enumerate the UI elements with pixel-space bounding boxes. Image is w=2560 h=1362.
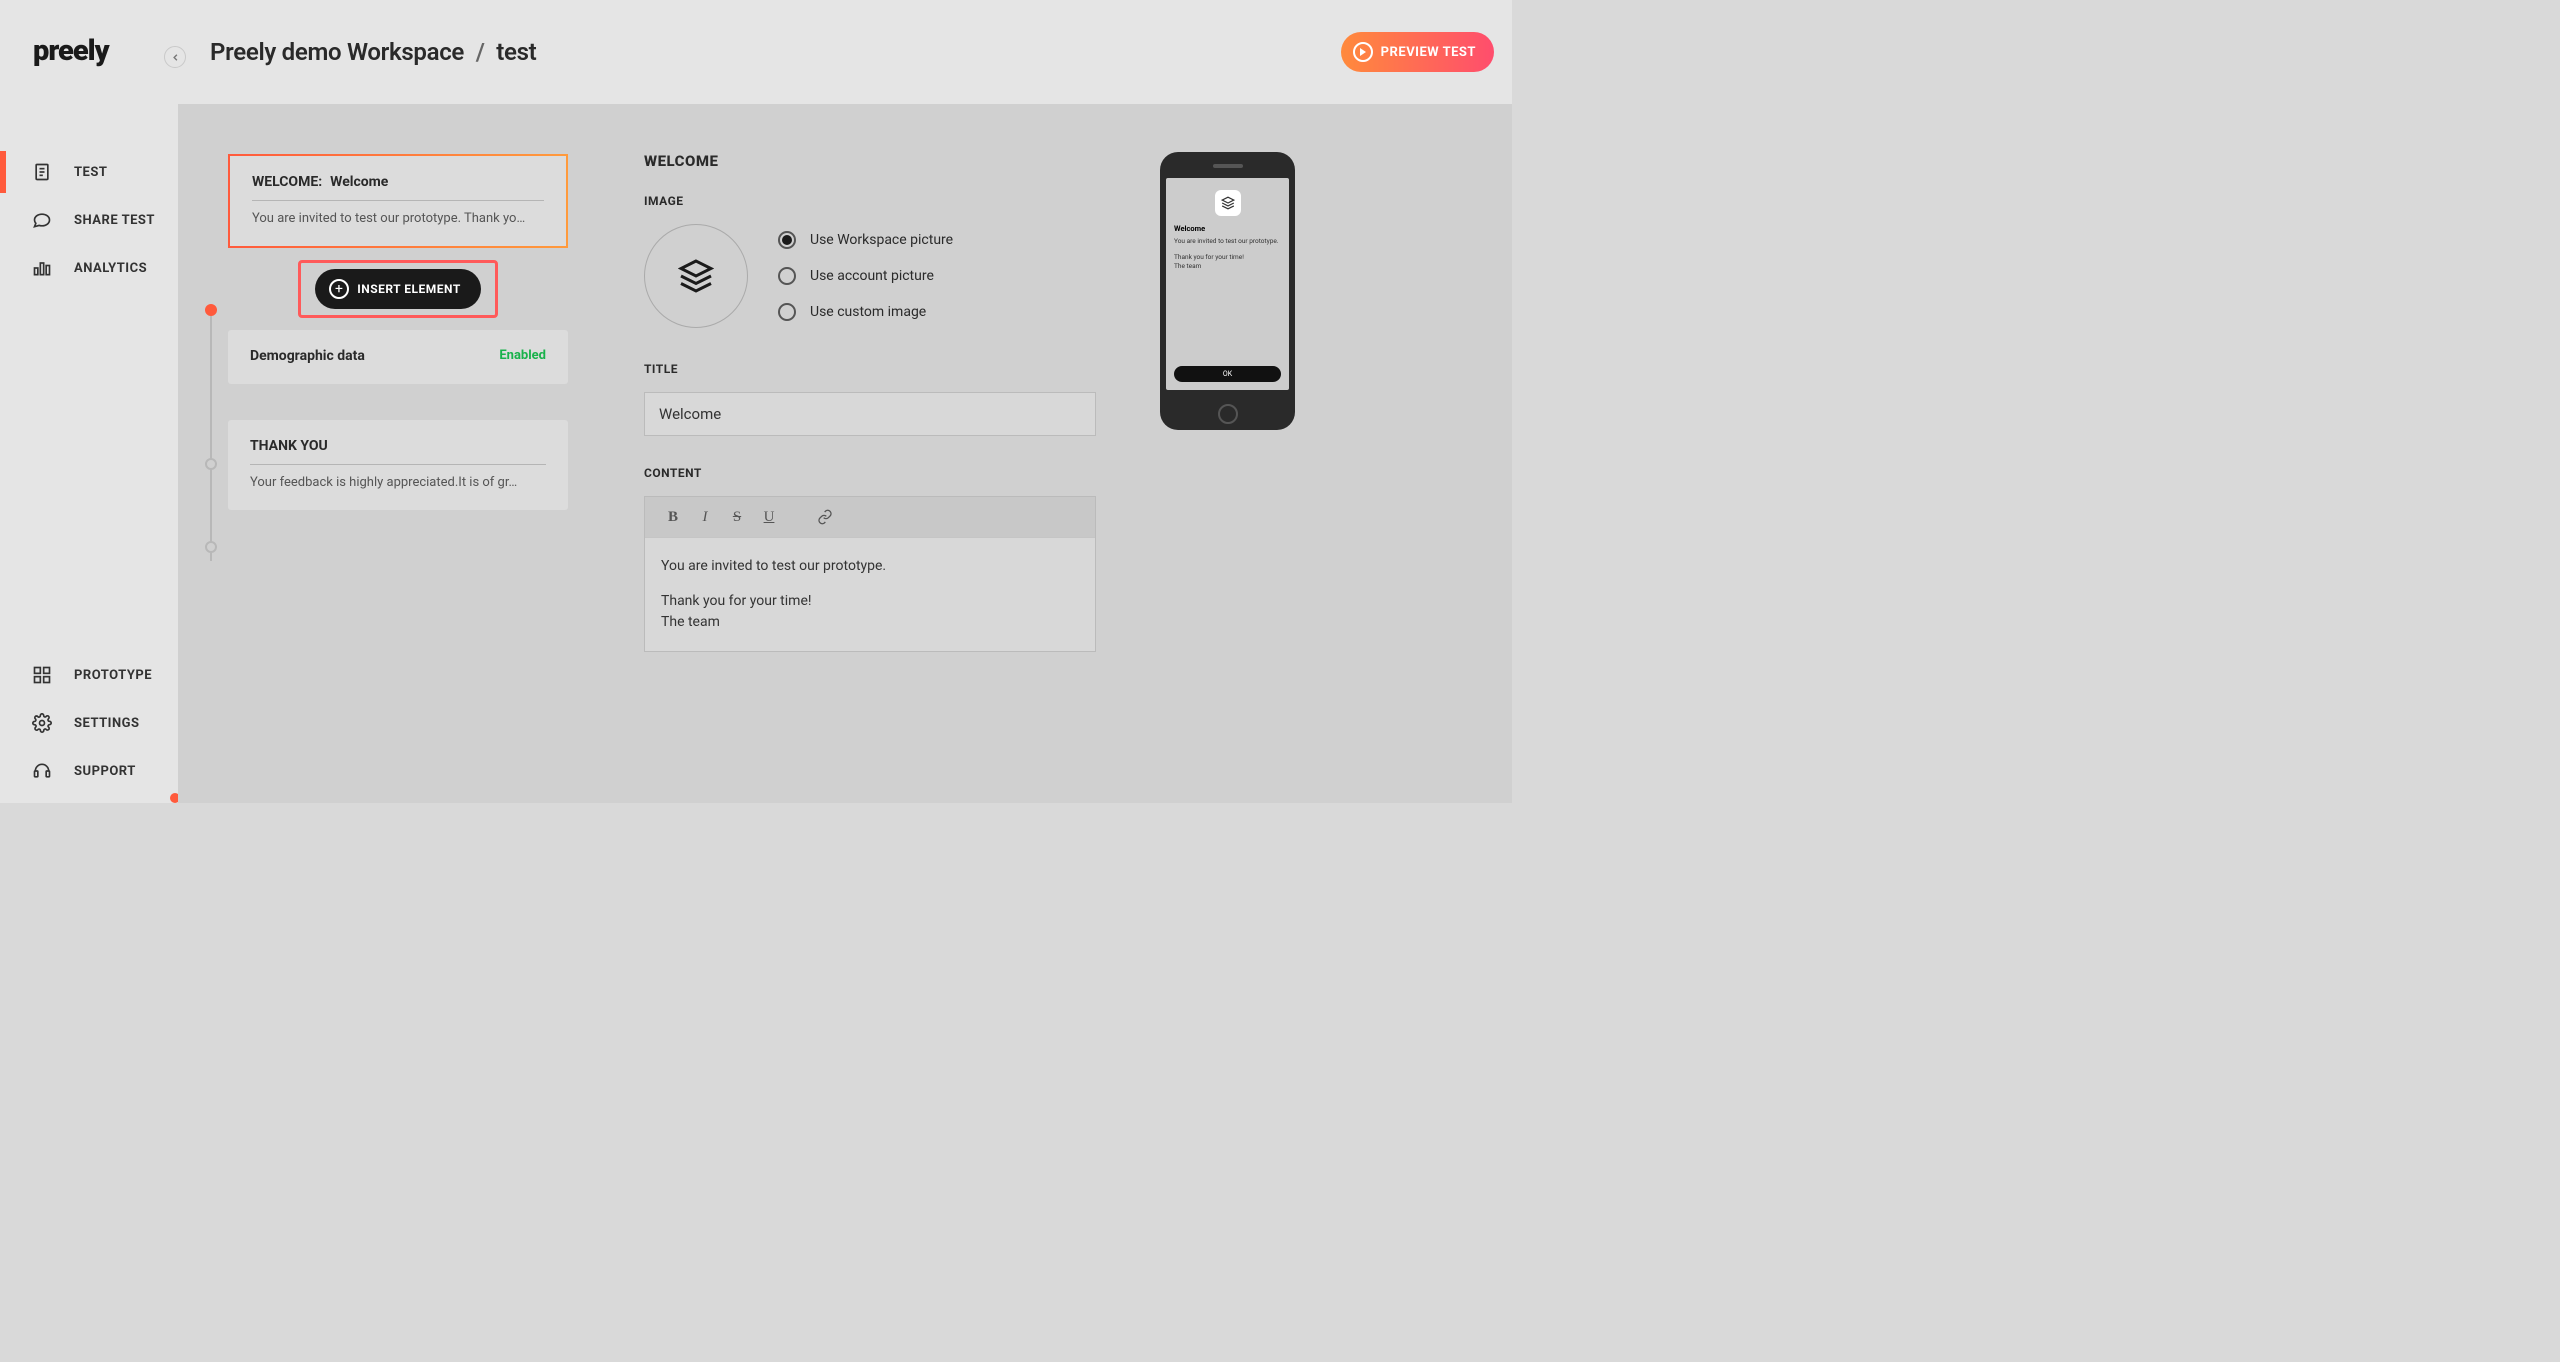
card-status: Enabled (499, 348, 546, 364)
editor-panel: WELCOME IMAGE Use Workspace picture (594, 104, 1512, 803)
timeline-dot (205, 458, 217, 470)
radio-label: Use custom image (810, 304, 926, 320)
topbar: Preely demo Workspace / test PREVIEW TES… (178, 0, 1512, 104)
collapse-sidebar-button[interactable] (164, 46, 186, 68)
phone-preview: Welcome You are invited to test our prot… (1160, 152, 1295, 755)
breadcrumb-workspace[interactable]: Preely demo Workspace (210, 38, 464, 66)
phone-line: You are invited to test our prototype. (1174, 237, 1281, 245)
radio-workspace-picture[interactable]: Use Workspace picture (778, 231, 953, 249)
breadcrumb: Preely demo Workspace / test (210, 38, 536, 66)
insert-element-label: INSERT ELEMENT (357, 282, 461, 296)
sidebar-item-share-test[interactable]: SHARE TEST (0, 196, 178, 244)
play-icon (1353, 42, 1373, 62)
link-icon (817, 509, 833, 525)
radio-icon (778, 303, 796, 321)
timeline-dot (205, 541, 217, 553)
insert-element-button[interactable]: + INSERT ELEMENT (315, 269, 481, 309)
image-preview (644, 224, 748, 328)
content-label: CONTENT (644, 466, 1096, 480)
card-title: Demographic data (250, 348, 365, 364)
insert-element-highlight: + INSERT ELEMENT (298, 260, 498, 318)
logo-text: preely (33, 34, 109, 68)
sidebar-item-label: TEST (74, 165, 107, 180)
radio-label: Use account picture (810, 268, 934, 284)
section-title: WELCOME (644, 152, 1096, 170)
rte-toolbar: B I S U (645, 497, 1095, 538)
flow-card-welcome[interactable]: WELCOME: Welcome You are invited to test… (228, 154, 568, 248)
sidebar-item-test[interactable]: TEST (0, 148, 178, 196)
sidebar-item-label: SHARE TEST (74, 213, 155, 228)
content-paragraph: You are invited to test our prototype. (661, 556, 1079, 577)
flow-card-demographic[interactable]: Demographic data Enabled (228, 330, 568, 384)
radio-icon (778, 267, 796, 285)
sidebar-item-label: PROTOTYPE (74, 668, 152, 683)
radio-account-picture[interactable]: Use account picture (778, 267, 953, 285)
sidebar-item-settings[interactable]: SETTINGS (0, 699, 178, 747)
radio-icon (778, 231, 796, 249)
link-button[interactable] (811, 505, 839, 529)
sidebar-item-label: SUPPORT (74, 764, 136, 779)
sidebar-item-label: SETTINGS (74, 716, 140, 731)
logo[interactable]: preely (0, 34, 178, 108)
timeline-dot-active (205, 304, 217, 316)
radio-custom-image[interactable]: Use custom image (778, 303, 953, 321)
phone-line: Thank you for your time!The team (1174, 253, 1281, 270)
preview-test-button[interactable]: PREVIEW TEST (1341, 32, 1494, 72)
breadcrumb-sep: / (476, 38, 485, 66)
timeline-line (210, 316, 212, 561)
analytics-icon (32, 258, 52, 278)
phone-logo (1215, 190, 1241, 216)
bold-button[interactable]: B (659, 505, 687, 529)
italic-button[interactable]: I (691, 505, 719, 529)
preview-test-label: PREVIEW TEST (1381, 45, 1476, 60)
layers-icon (1221, 196, 1235, 210)
radio-label: Use Workspace picture (810, 232, 953, 248)
sidebar-item-analytics[interactable]: ANALYTICS (0, 244, 178, 292)
flow-panel: WELCOME: Welcome You are invited to test… (178, 104, 594, 803)
phone-title: Welcome (1174, 224, 1281, 233)
headset-icon (32, 761, 52, 781)
card-title: THANK YOU (250, 438, 328, 454)
sidebar-item-label: ANALYTICS (74, 261, 147, 276)
title-input[interactable] (644, 392, 1096, 436)
card-desc: You are invited to test our prototype. T… (252, 211, 544, 226)
content-editor: B I S U You are invited to test our prot… (644, 496, 1096, 652)
phone-home-icon (1218, 404, 1238, 424)
underline-button[interactable]: U (755, 505, 783, 529)
sidebar-item-support[interactable]: SUPPORT (0, 747, 178, 795)
title-label: TITLE (644, 362, 1096, 376)
content-body[interactable]: You are invited to test our prototype. T… (645, 538, 1095, 651)
grid-icon (32, 665, 52, 685)
phone-ok-button: OK (1174, 366, 1281, 382)
image-label: IMAGE (644, 194, 1096, 208)
sidebar: preely TEST SHARE TEST ANALYTICS PROTOTY… (0, 0, 178, 803)
flow-card-thankyou[interactable]: THANK YOU Your feedback is highly apprec… (228, 420, 568, 510)
breadcrumb-test[interactable]: test (496, 38, 536, 66)
sidebar-item-prototype[interactable]: PROTOTYPE (0, 651, 178, 699)
plus-circle-icon: + (329, 279, 349, 299)
card-kind: WELCOME: (252, 174, 322, 190)
content-paragraph: Thank you for your time!The team (661, 591, 1079, 633)
document-icon (32, 162, 52, 182)
card-title: Welcome (330, 174, 388, 190)
strike-button[interactable]: S (723, 505, 751, 529)
card-desc: Your feedback is highly appreciated.It i… (250, 475, 546, 490)
chat-icon (32, 210, 52, 230)
chevron-left-icon (170, 52, 181, 63)
gear-icon (32, 713, 52, 733)
layers-icon (678, 258, 714, 294)
